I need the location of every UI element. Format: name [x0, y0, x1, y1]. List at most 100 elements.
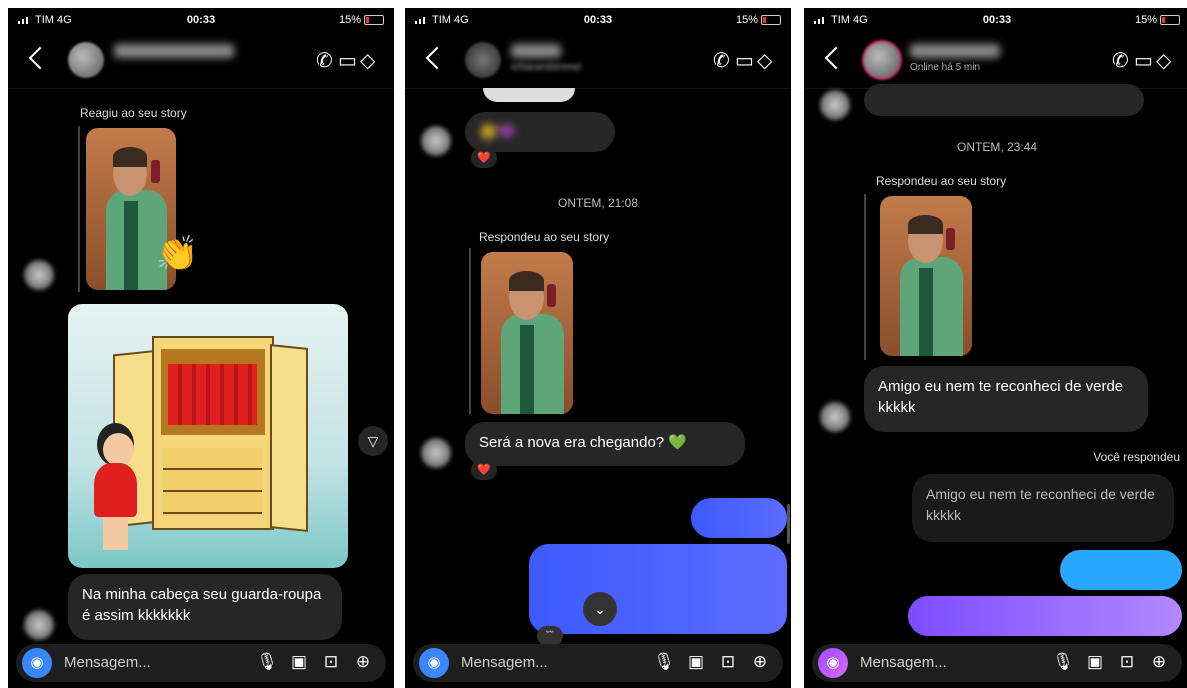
camera-icon[interactable]: ◉	[419, 648, 449, 678]
online-status: Online há 5 min	[910, 62, 981, 73]
chat-header: ichlarambimmel ✆▭◇	[405, 36, 791, 89]
camera-icon[interactable]: ◉	[818, 648, 848, 678]
battery-icon	[761, 15, 781, 26]
story-thumbnail[interactable]	[481, 252, 573, 414]
sender-avatar[interactable]	[24, 260, 54, 290]
message-input[interactable]: Mensagem...	[461, 654, 548, 671]
chat-panel-2: TIM 4G 00:33 15% ichlarambimmel ✆▭◇ 😊💜 ❤…	[405, 8, 791, 688]
date-divider: ONTEM, 21:08	[557, 196, 639, 210]
carrier-label: TIM 4G	[432, 14, 469, 26]
story-thumbnail[interactable]	[880, 196, 972, 356]
sent-message-blurred	[691, 498, 787, 538]
sender-avatar[interactable]	[421, 438, 451, 468]
sticker-icon[interactable]: ⊡	[1114, 652, 1140, 672]
cartoon-image[interactable]	[68, 304, 348, 568]
camera-icon[interactable]: ◉	[22, 648, 52, 678]
message-composer[interactable]: ◉ Mensagem... 🎙 ▣ ⊡ ⊕	[413, 644, 783, 682]
reaction-emoji: 👏	[156, 235, 199, 273]
battery-percent: 15%	[338, 14, 361, 26]
sticker-icon[interactable]: ⊡	[318, 652, 344, 672]
tag-icon[interactable]: ◇	[360, 48, 382, 73]
message-input[interactable]: Mensagem...	[860, 654, 947, 671]
mic-icon[interactable]: 🎙	[651, 652, 677, 672]
story-reply-line	[469, 248, 471, 414]
battery-percent: 15%	[735, 14, 758, 26]
heart-reaction: ❤️	[471, 460, 497, 480]
carrier-label: TIM 4G	[35, 14, 72, 26]
tag-icon[interactable]: ◇	[1156, 48, 1178, 73]
gallery-icon[interactable]: ▣	[286, 652, 312, 672]
previous-message-bubble	[483, 88, 575, 102]
sender-avatar[interactable]	[820, 90, 850, 120]
message-composer[interactable]: ◉ Mensagem... 🎙 ▣ ⊡ ⊕	[812, 644, 1182, 682]
you-replied-label: Você respondeu	[1093, 450, 1180, 464]
story-reply-line	[78, 126, 80, 292]
video-icon[interactable]: ▭	[735, 48, 757, 73]
plus-icon[interactable]: ⊕	[350, 652, 376, 672]
contact-name-blurred[interactable]	[511, 44, 561, 58]
clock: 00:33	[583, 14, 613, 26]
story-context-label: Respondeu ao seu story	[479, 230, 610, 244]
sticker-icon[interactable]: ⊡	[715, 652, 741, 672]
message-bubble: Amigo eu nem te reconheci de verde kkkkk	[864, 366, 1148, 432]
story-context-label: Respondeu ao seu story	[876, 174, 1007, 188]
message-composer[interactable]: ◉ Mensagem... 🎙 ▣ ⊡ ⊕	[16, 644, 386, 682]
message-bubble: Na minha cabeça seu guarda-roupa é assim…	[68, 574, 342, 640]
chat-header: Online há 5 min ✆▭◇	[804, 36, 1187, 89]
story-context-label: Reagiu ao seu story	[80, 106, 187, 120]
message-input[interactable]: Mensagem...	[64, 654, 151, 671]
scroll-down-icon[interactable]: ⌄	[583, 592, 617, 626]
signal-icon	[18, 16, 32, 25]
back-icon[interactable]	[28, 46, 52, 70]
mic-icon[interactable]: 🎙	[1050, 652, 1076, 672]
scrollbar[interactable]	[787, 504, 790, 544]
sent-message-blurred	[1060, 550, 1182, 590]
contact-avatar[interactable]	[68, 42, 104, 78]
reaction-chip: ˘˘	[537, 626, 563, 646]
back-icon[interactable]	[824, 46, 848, 70]
quoted-reply: Amigo eu nem te reconheci de verde kkkkk	[912, 474, 1174, 542]
chat-header: ✆▭◇	[8, 36, 394, 89]
clock: 00:33	[982, 14, 1012, 26]
phone-icon[interactable]: ✆	[1112, 48, 1134, 73]
chat-panel-1: TIM 4G 00:33 15% ✆▭◇ Reagiu ao seu story…	[8, 8, 394, 688]
signal-icon	[415, 16, 429, 25]
phone-icon[interactable]: ✆	[713, 48, 735, 73]
signal-icon	[814, 16, 828, 25]
status-bar: TIM 4G 00:33 15%	[8, 12, 394, 28]
heart-reaction: ❤️	[471, 148, 497, 168]
chat-panel-3: TIM 4G 00:33 15% Online há 5 min ✆▭◇ ONT…	[804, 8, 1187, 688]
blurred-message-bubble: 😊💜	[465, 112, 615, 152]
plus-icon[interactable]: ⊕	[747, 652, 773, 672]
carrier-label: TIM 4G	[831, 14, 868, 26]
plus-icon[interactable]: ⊕	[1146, 652, 1172, 672]
contact-avatar[interactable]	[465, 42, 501, 78]
video-icon[interactable]: ▭	[1134, 48, 1156, 73]
message-bubble: Será a nova era chegando? 💚	[465, 422, 745, 466]
sender-avatar[interactable]	[421, 126, 451, 156]
gallery-icon[interactable]: ▣	[683, 652, 709, 672]
status-bar: TIM 4G 00:33 15%	[804, 12, 1187, 28]
contact-avatar[interactable]	[864, 42, 900, 78]
date-divider: ONTEM, 23:44	[956, 140, 1038, 154]
contact-name-blurred[interactable]	[114, 44, 234, 58]
phone-icon[interactable]: ✆	[316, 48, 338, 73]
battery-icon	[364, 15, 384, 26]
status-bar: TIM 4G 00:33 15%	[405, 12, 791, 28]
contact-name-blurred[interactable]	[910, 44, 1000, 58]
tag-icon[interactable]: ◇	[757, 48, 779, 73]
back-icon[interactable]	[425, 46, 449, 70]
clock: 00:33	[186, 14, 216, 26]
sender-avatar[interactable]	[820, 402, 850, 432]
sent-message-blurred	[529, 544, 787, 634]
battery-icon	[1160, 15, 1180, 26]
mic-icon[interactable]: 🎙	[254, 652, 280, 672]
sender-avatar[interactable]	[24, 610, 54, 640]
blurred-message-bubble	[864, 84, 1144, 116]
battery-percent: 15%	[1134, 14, 1157, 26]
video-icon[interactable]: ▭	[338, 48, 360, 73]
gallery-icon[interactable]: ▣	[1082, 652, 1108, 672]
contact-handle: ichlarambimmel	[511, 62, 582, 73]
story-reply-line	[864, 194, 866, 360]
share-icon[interactable]: ▽	[358, 426, 388, 456]
